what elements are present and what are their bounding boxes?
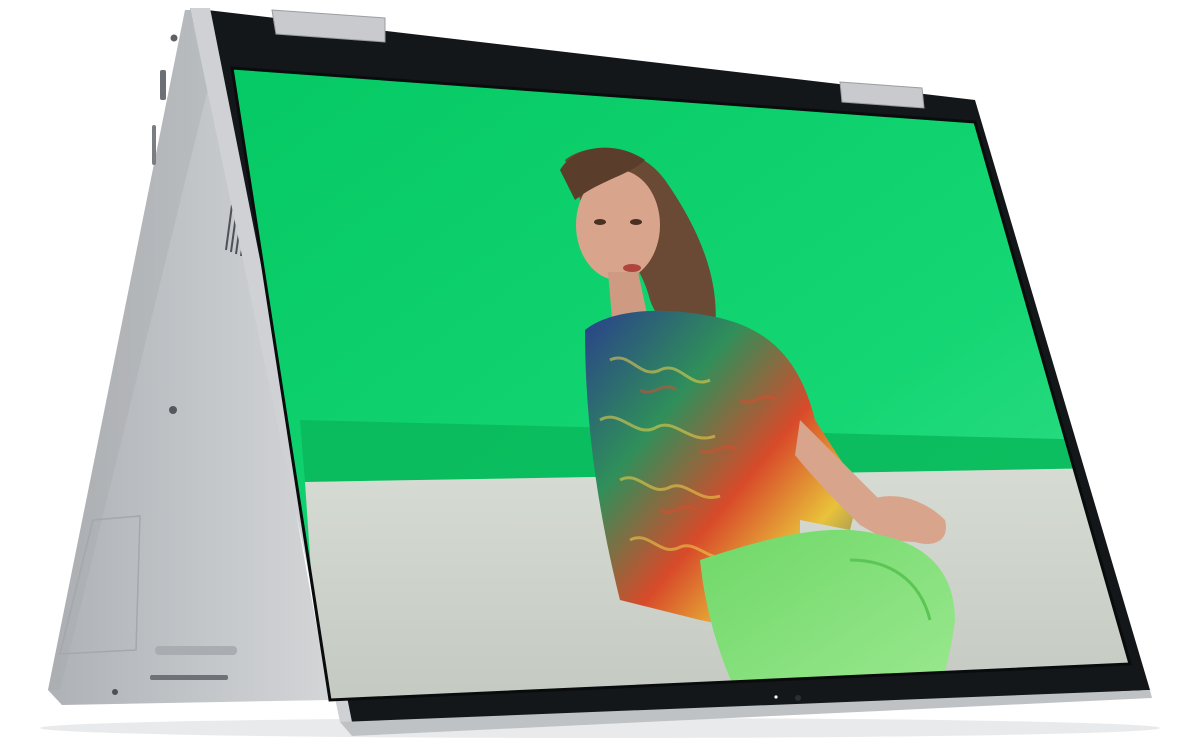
usb-port-icon: [160, 70, 166, 100]
sensor-dot-icon: [169, 406, 177, 414]
rubber-foot: [155, 646, 237, 655]
laptop-illustration: [40, 8, 1160, 738]
camera-led-icon: [774, 695, 778, 699]
headphone-jack-icon: [170, 34, 178, 42]
product-photo: [0, 0, 1184, 745]
led-indicator-icon: [112, 689, 118, 695]
sd-slot-icon: [152, 125, 156, 165]
display-screen: [232, 68, 1130, 700]
speaker-grille-icon: [150, 675, 228, 680]
webcam-icon: [795, 695, 801, 701]
